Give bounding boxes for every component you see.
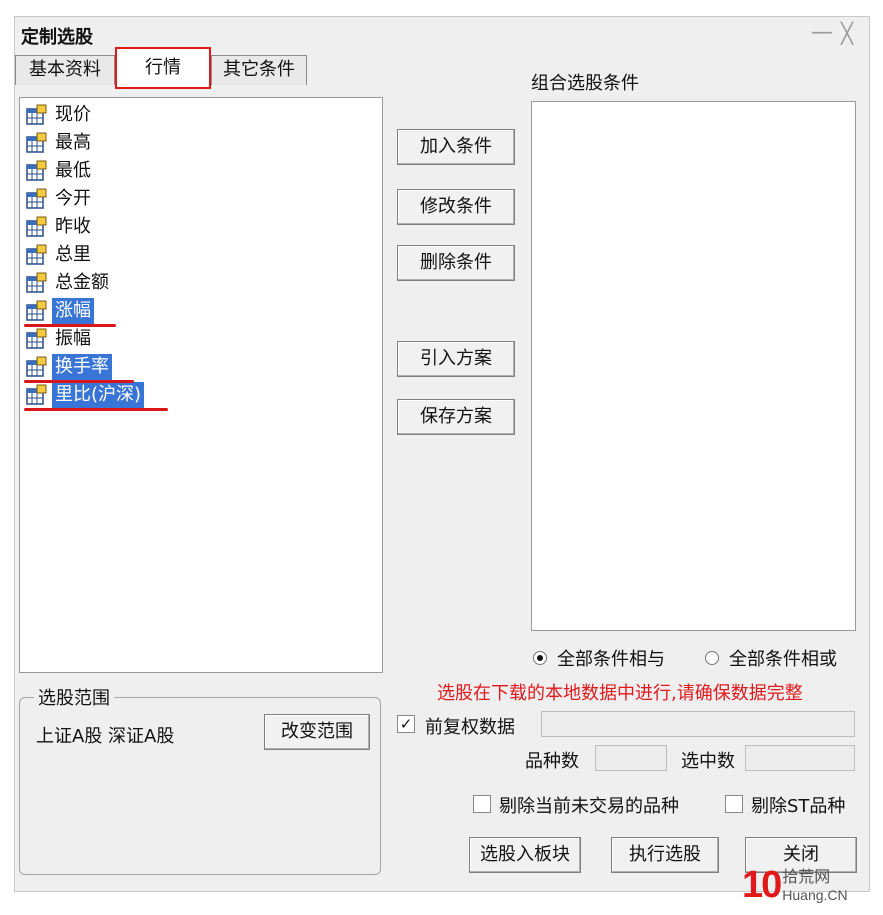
watermark-text: 拾荒网: [782, 866, 831, 886]
minimize-icon[interactable]: —: [811, 21, 833, 45]
title-bar: 定制选股 — ╳: [15, 17, 869, 51]
table-icon: [26, 160, 48, 182]
indicator-list-item[interactable]: 最低: [26, 158, 94, 184]
import-scheme-button[interactable]: 引入方案: [397, 341, 515, 377]
indicator-list-item[interactable]: 现价: [26, 102, 94, 128]
stock-range-value: 上证A股 深证A股: [36, 726, 175, 747]
logic-or-radio[interactable]: [705, 651, 719, 665]
conditions-label: 组合选股条件: [531, 73, 639, 94]
indicator-list-item[interactable]: 涨幅: [26, 298, 94, 324]
indicator-label: 里比(沪深): [52, 382, 145, 408]
annotation-underline: [24, 408, 168, 411]
annotation-underline: [24, 324, 116, 327]
table-icon: [26, 328, 48, 350]
exclude-st-checkbox[interactable]: [725, 795, 743, 813]
indicator-list-item[interactable]: 振幅: [26, 326, 94, 352]
stock-range-legend: 选股范围: [34, 684, 114, 710]
annotation-underline: [24, 380, 134, 383]
tab-other-conditions[interactable]: 其它条件: [211, 55, 307, 85]
tab-basic-info[interactable]: 基本资料: [15, 55, 115, 85]
local-data-warning: 选股在下载的本地数据中进行,请确保数据完整: [437, 683, 803, 704]
watermark-domain: Huang.CN: [782, 886, 848, 903]
table-icon: [26, 104, 48, 126]
indicator-label: 涨幅: [52, 298, 94, 324]
exclude-st-label: 剔除ST品种: [751, 796, 846, 817]
indicator-label: 最低: [55, 160, 91, 181]
adjusted-data-field[interactable]: [541, 711, 855, 737]
exclude-untraded-checkbox[interactable]: [473, 795, 491, 813]
selected-count-label: 选中数: [681, 751, 735, 772]
indicator-list-item[interactable]: 最高: [26, 130, 94, 156]
variety-count-field: [595, 745, 667, 771]
indicator-label: 今开: [55, 188, 91, 209]
dialog-title: 定制选股: [21, 27, 93, 48]
add-condition-button[interactable]: 加入条件: [397, 129, 515, 165]
table-icon: [26, 244, 48, 266]
indicator-list-item[interactable]: 昨收: [26, 214, 94, 240]
add-to-block-button[interactable]: 选股入板块: [469, 837, 581, 873]
indicator-list-item[interactable]: 里比(沪深): [26, 382, 145, 408]
logic-and-label: 全部条件相与: [557, 649, 665, 670]
indicator-label: 振幅: [55, 328, 91, 349]
variety-count-label: 品种数: [525, 751, 579, 772]
watermark-number: 10: [742, 864, 782, 906]
table-icon: [26, 356, 48, 378]
indicator-label: 总金额: [55, 272, 109, 293]
execute-selection-button[interactable]: 执行选股: [611, 837, 719, 873]
save-scheme-button[interactable]: 保存方案: [397, 399, 515, 435]
modify-condition-button[interactable]: 修改条件: [397, 189, 515, 225]
tab-market[interactable]: 行情: [115, 47, 211, 89]
conditions-list[interactable]: [531, 101, 856, 631]
change-range-button[interactable]: 改变范围: [264, 714, 370, 750]
indicator-list-item[interactable]: 总里: [26, 242, 94, 268]
adjusted-data-checkbox[interactable]: ✓: [397, 715, 415, 733]
indicator-label: 换手率: [52, 354, 112, 380]
indicator-label: 现价: [55, 104, 91, 125]
indicator-list-item[interactable]: 总金额: [26, 270, 112, 296]
table-icon: [26, 216, 48, 238]
table-icon: [26, 300, 48, 322]
table-icon: [26, 132, 48, 154]
indicator-label: 昨收: [55, 216, 91, 237]
stock-range-group: 选股范围 上证A股 深证A股 改变范围: [19, 684, 381, 875]
indicator-label: 最高: [55, 132, 91, 153]
delete-condition-button[interactable]: 删除条件: [397, 245, 515, 281]
table-icon: [26, 384, 48, 406]
table-icon: [26, 272, 48, 294]
watermark-logo: 10 拾荒网 Huang.CN: [742, 864, 848, 907]
exclude-untraded-label: 剔除当前未交易的品种: [499, 796, 679, 817]
indicator-list[interactable]: 现价最高最低今开昨收总里总金额涨幅振幅换手率 里比(沪深): [19, 97, 383, 673]
logic-and-radio[interactable]: [533, 651, 547, 665]
close-icon[interactable]: ╳: [841, 21, 853, 45]
indicator-label: 总里: [55, 244, 91, 265]
custom-stock-picker-dialog: 定制选股 — ╳ 基本资料 行情 其它条件 现价最高最低今开昨收总里总金额涨幅振…: [14, 16, 870, 892]
selected-count-field: [745, 745, 855, 771]
logic-or-label: 全部条件相或: [729, 649, 837, 670]
table-icon: [26, 188, 48, 210]
indicator-list-item[interactable]: 换手率: [26, 354, 112, 380]
indicator-list-item[interactable]: 今开: [26, 186, 94, 212]
adjusted-data-label: 前复权数据: [425, 717, 515, 738]
